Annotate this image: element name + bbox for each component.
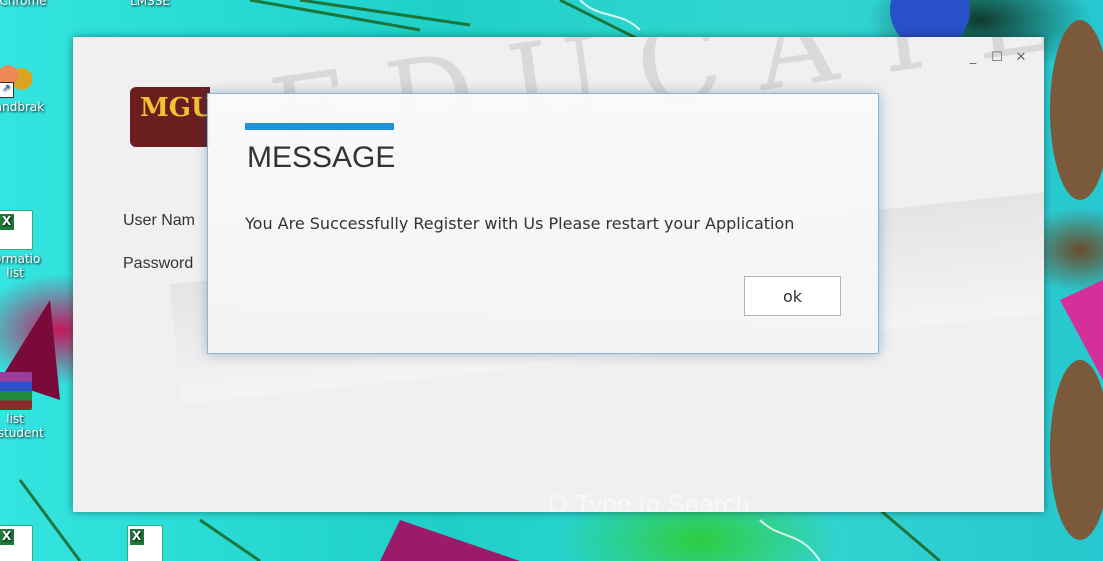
dialog-accent-bar bbox=[245, 123, 394, 130]
excel-file-icon bbox=[127, 525, 163, 561]
search-watermark: O Type to Search bbox=[548, 489, 750, 512]
desktop-icon-informatio-list[interactable]: formatio list bbox=[0, 210, 50, 280]
dialog-title: MESSAGE bbox=[247, 141, 396, 174]
maximize-button[interactable]: ☐ bbox=[990, 51, 1004, 65]
message-dialog: MESSAGE You Are Successfully Register wi… bbox=[207, 93, 879, 354]
username-label: User Nam bbox=[123, 212, 196, 229]
archive-file-icon bbox=[0, 372, 32, 410]
excel-file-icon bbox=[0, 210, 33, 250]
shortcut-arrow-icon: ↗ bbox=[0, 82, 14, 98]
desktop-icon-handbrake[interactable]: ↗ Handbrak bbox=[0, 60, 50, 114]
password-label: Password bbox=[123, 255, 194, 272]
app-logo: MGU bbox=[130, 87, 214, 147]
desktop-icon-listofstudent[interactable]: list ofstudent bbox=[0, 372, 50, 440]
desktop-icon-label: list ofstudent bbox=[0, 412, 44, 440]
handbrake-icon: ↗ bbox=[0, 60, 32, 98]
excel-file-icon bbox=[0, 525, 33, 561]
desktop-icon-label: LMSSE bbox=[130, 0, 170, 8]
desktop-icon-lmsse[interactable]: LMSSE bbox=[115, 0, 185, 8]
close-button[interactable]: ✕ bbox=[1014, 51, 1028, 65]
desktop-icon-label: Chrome bbox=[0, 0, 47, 8]
desktop-icon-label: formatio list bbox=[0, 252, 41, 280]
window-controls: _ ☐ ✕ bbox=[966, 51, 1028, 65]
desktop-icon-label: Handbrak bbox=[0, 100, 45, 114]
desktop-icon-excel-2[interactable] bbox=[110, 525, 180, 561]
desktop-icon-excel-1[interactable] bbox=[0, 525, 50, 561]
ok-button[interactable]: ok bbox=[744, 276, 841, 316]
minimize-button[interactable]: _ bbox=[966, 51, 980, 65]
dialog-message: You Are Successfully Register with Us Pl… bbox=[245, 214, 795, 233]
logo-text: MGU bbox=[140, 93, 214, 123]
desktop-icon-chrome[interactable]: Chrome bbox=[0, 0, 58, 8]
